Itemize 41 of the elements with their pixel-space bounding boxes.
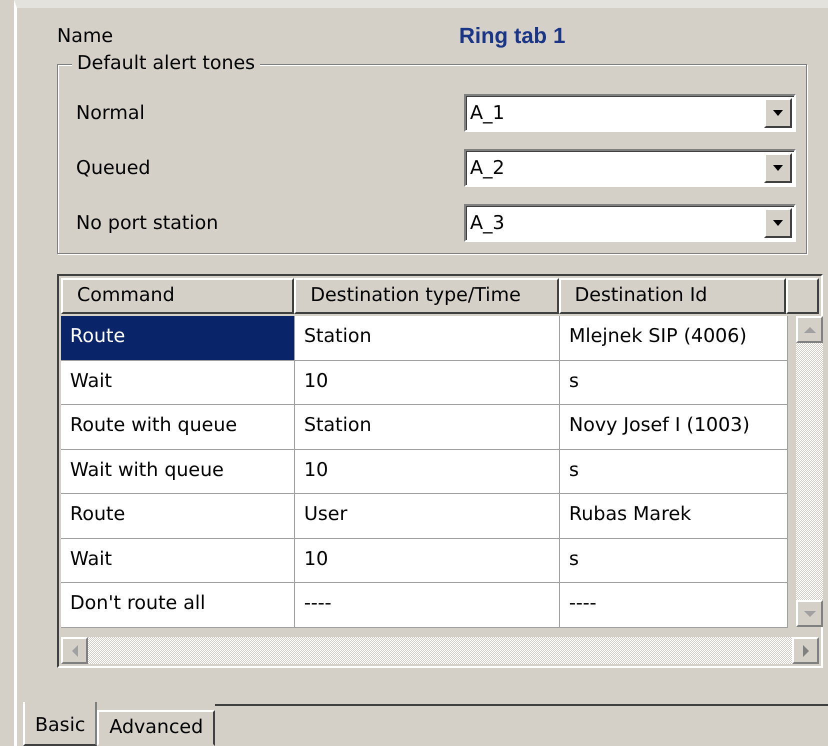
tone-dropdown[interactable]: A_1 [464,94,796,132]
ring-tab-title: Ring tab 1 [459,23,566,49]
table-cell[interactable]: Station [295,405,560,450]
name-label: Name [57,25,114,47]
table-cell[interactable]: Wait [61,538,295,583]
tone-label: Queued [76,156,152,178]
tone-label: Normal [76,102,146,124]
scroll-down-arrow-icon[interactable] [802,610,816,618]
vertical-scrollbar[interactable] [796,316,823,627]
table-cell[interactable]: Route [61,316,295,360]
table-cell[interactable]: Route [61,494,295,538]
horizontal-scrollbar[interactable] [61,637,819,664]
table-cell[interactable]: Novy Josef I (1003) [560,405,788,450]
scroll-up-arrow-icon[interactable] [802,326,816,334]
table-cell[interactable]: Station [295,316,560,360]
tone-label: No port station [76,212,220,234]
tone-dropdown[interactable]: A_2 [464,148,796,186]
tab[interactable]: Advanced [97,710,216,746]
table-cell[interactable]: 10 [295,538,560,583]
table-cell[interactable]: s [560,538,788,583]
column-header[interactable]: Destination type/Time [294,278,559,314]
tone-dropdown[interactable]: A_3 [464,204,796,242]
table-cell[interactable]: Route with queue [61,405,295,450]
table-cell[interactable]: Mlejnek SIP (4006) [560,316,788,360]
table-cell[interactable]: 10 [295,450,560,494]
table-cell[interactable]: User [295,494,560,538]
column-header[interactable]: Destination Id [558,278,786,314]
scroll-right-arrow-icon[interactable] [802,644,810,658]
table-cell[interactable]: Wait [61,360,295,405]
column-header[interactable]: Command [61,278,294,314]
table-cell[interactable]: ---- [295,583,560,628]
table-cell[interactable]: Rubas Marek [560,494,788,538]
tab[interactable]: Basic [23,702,98,746]
scroll-left-arrow-icon[interactable] [70,644,78,658]
table-cell[interactable]: ---- [560,583,788,628]
table-cell[interactable]: s [560,360,788,405]
column-header [786,278,819,314]
table-cell[interactable]: Wait with queue [61,450,295,494]
table-cell[interactable]: Don't route all [61,583,295,628]
table-cell[interactable]: s [560,450,788,494]
table-cell[interactable]: 10 [295,360,560,405]
